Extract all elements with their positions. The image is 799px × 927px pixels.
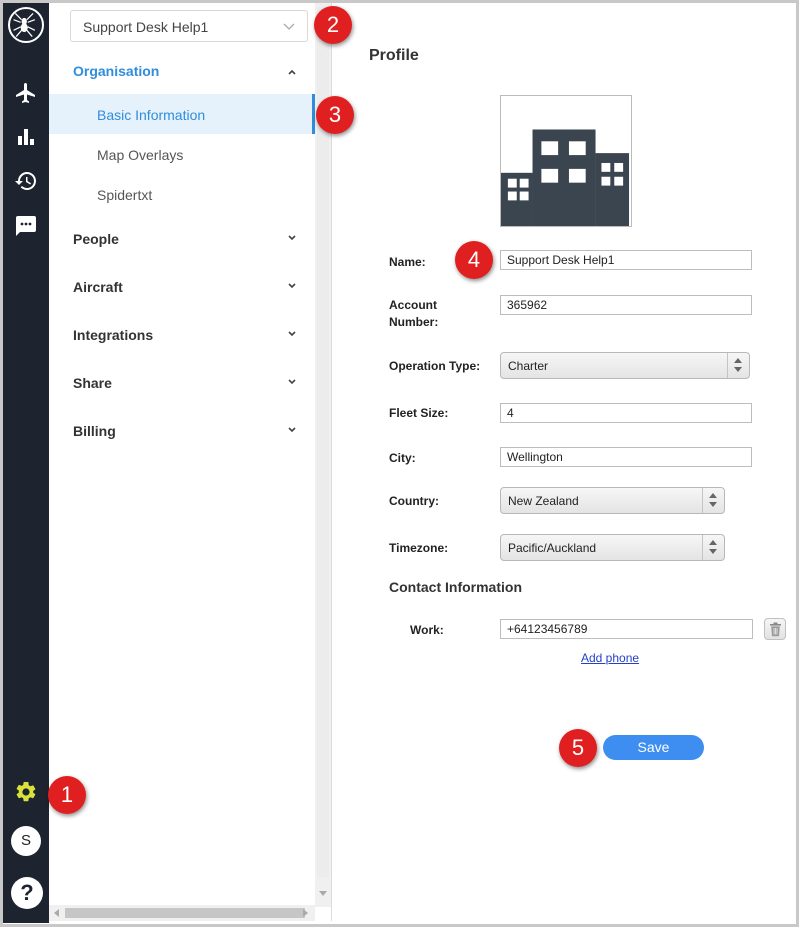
select-spinner-icon — [727, 353, 749, 378]
operation-type-value: Charter — [508, 359, 549, 373]
nav-item-map-overlays[interactable]: Map Overlays — [97, 147, 183, 163]
building-icon — [501, 129, 630, 226]
help-icon[interactable]: ? — [11, 877, 43, 909]
operation-type-label: Operation Type: — [389, 359, 481, 373]
nav-group-integrations[interactable]: Integrations — [73, 327, 153, 343]
nav-group-people[interactable]: People — [73, 231, 119, 247]
nav-group-billing[interactable]: Billing — [73, 423, 116, 439]
page-title: Profile — [369, 47, 419, 64]
annotation-badge-1: 1 — [48, 776, 86, 814]
scroll-right-arrow-icon[interactable] — [303, 909, 308, 917]
chevron-down-icon[interactable] — [287, 377, 297, 387]
name-label: Name: — [389, 255, 426, 269]
organisation-selector[interactable]: Support Desk Help1 — [70, 10, 308, 42]
organisation-logo[interactable] — [500, 95, 632, 227]
organisation-selector-value: Support Desk Help1 — [83, 19, 209, 35]
profile-panel: Profile Name: Support Desk Help1 Account… — [332, 3, 796, 921]
timezone-label: Timezone: — [389, 541, 449, 555]
nav-vertical-scrollbar[interactable] — [315, 3, 331, 907]
fleet-size-input[interactable]: 4 — [500, 403, 752, 423]
chevron-up-icon[interactable] — [287, 67, 297, 77]
chevron-down-icon[interactable] — [287, 281, 297, 291]
annotation-badge-2: 2 — [314, 6, 352, 44]
work-phone-input[interactable]: +64123456789 — [500, 619, 753, 639]
country-value: New Zealand — [508, 494, 579, 508]
account-number-input[interactable]: 365962 — [500, 295, 752, 315]
scroll-down-arrow-icon[interactable] — [319, 891, 327, 896]
contact-information-heading: Contact Information — [389, 579, 522, 595]
nav-item-spidertxt[interactable]: Spidertxt — [97, 187, 152, 203]
nav-group-aircraft[interactable]: Aircraft — [73, 279, 123, 295]
trash-icon — [770, 622, 781, 637]
nav-item-basic-information[interactable]: Basic Information — [97, 107, 205, 123]
annotation-badge-3: 3 — [316, 96, 354, 134]
scroll-left-arrow-icon[interactable] — [54, 909, 59, 917]
scrollbar-thumb[interactable] — [65, 908, 305, 918]
nav-horizontal-scrollbar[interactable] — [49, 905, 315, 921]
chevron-down-icon — [283, 23, 295, 30]
bar-chart-icon[interactable] — [14, 125, 38, 149]
country-select[interactable]: New Zealand — [500, 487, 725, 514]
country-label: Country: — [389, 494, 439, 508]
chevron-down-icon[interactable] — [287, 233, 297, 243]
gear-icon[interactable] — [14, 780, 38, 804]
account-number-label: Account Number: — [389, 298, 439, 329]
scrollbar-thumb[interactable] — [317, 7, 329, 877]
fleet-size-label: Fleet Size: — [389, 406, 449, 420]
select-spinner-icon — [702, 535, 724, 560]
timezone-value: Pacific/Auckland — [508, 541, 597, 555]
nav-group-share[interactable]: Share — [73, 375, 112, 391]
icon-rail: S ? — [3, 3, 57, 923]
delete-phone-button[interactable] — [764, 618, 786, 640]
spider-logo-icon[interactable] — [8, 7, 44, 43]
operation-type-select[interactable]: Charter — [500, 352, 750, 379]
add-phone-link[interactable]: Add phone — [581, 651, 639, 665]
city-label: City: — [389, 451, 416, 465]
select-spinner-icon — [702, 488, 724, 513]
plane-icon[interactable] — [14, 81, 38, 105]
name-input[interactable]: Support Desk Help1 — [500, 250, 752, 270]
annotation-badge-5: 5 — [559, 729, 597, 767]
avatar[interactable]: S — [11, 826, 41, 856]
annotation-badge-4: 4 — [455, 241, 493, 279]
chevron-down-icon[interactable] — [287, 425, 297, 435]
timezone-select[interactable]: Pacific/Auckland — [500, 534, 725, 561]
work-phone-label: Work: — [410, 623, 444, 637]
nav-group-organisation[interactable]: Organisation — [73, 63, 159, 79]
chevron-down-icon[interactable] — [287, 329, 297, 339]
save-button[interactable]: Save — [603, 735, 704, 760]
history-icon[interactable] — [14, 169, 38, 193]
settings-nav: Support Desk Help1 Organisation Basic In… — [49, 3, 315, 923]
chat-icon[interactable] — [14, 214, 38, 238]
city-input[interactable]: Wellington — [500, 447, 752, 467]
